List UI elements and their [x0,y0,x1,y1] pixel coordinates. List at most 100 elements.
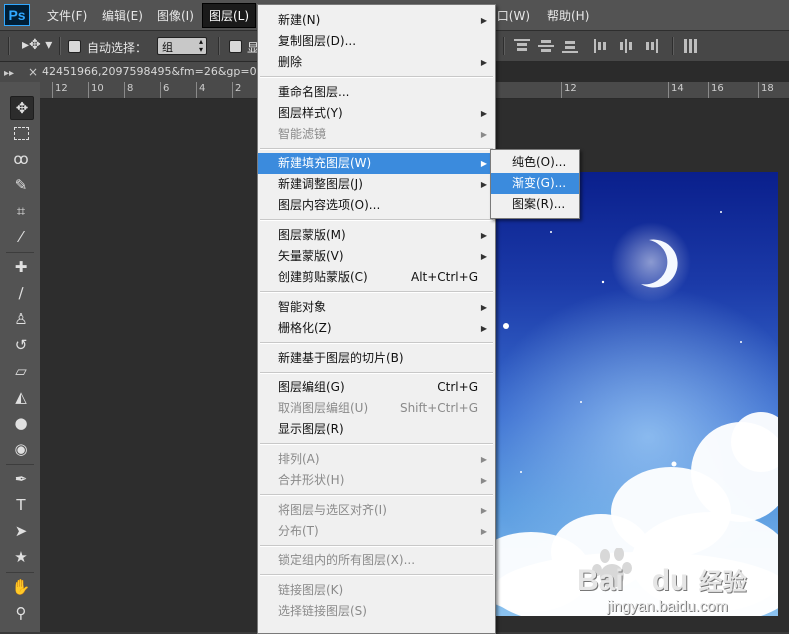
menu-item[interactable]: 新建填充图层(W) ▶ [258,153,495,175]
submenu-arrow-icon: ▶ [480,505,487,515]
menu-item[interactable]: 新建(N) ▶ [258,10,495,31]
menu-item[interactable]: 纯色(O)... [491,152,579,173]
toolbar-separator [6,252,34,253]
menu-item[interactable]: 显示图层(R) [258,419,495,440]
submenu-arrow-icon: ▶ [480,252,487,262]
menu-item-label: 取消图层编组(U) [278,401,369,416]
eraser-tool-icon[interactable]: ▱ [10,360,32,382]
layer-dropdown-menu: 新建(N) ▶ 复制图层(D)... 删除 ▶ 重命名图层... 图层样式(Y) ▶ 智能滤镜 ▶… [257,4,496,634]
ruler-label: 16 [711,83,724,94]
menu-item-label: 排列(A) [278,451,320,466]
ruler-label: 6 [163,83,170,94]
menu-item[interactable]: 渐变(G)... [491,173,579,194]
healing-brush-tool-icon[interactable]: ✚ [10,256,32,278]
ruler-tick [708,82,709,98]
close-tab-icon[interactable]: × [28,62,38,82]
menu-item-label: 合并形状(H) [278,472,345,487]
watermark-brand: Bai du 经验 [577,562,747,598]
blur-tool-icon[interactable]: ● [10,412,32,434]
options-grip [8,37,10,55]
menu-item-label: 渐变(G)... [512,176,567,190]
menu-item-label: 锁定组内的所有图层(X)... [278,553,416,568]
menu-item-label: 分布(T) [278,523,319,538]
menu-item[interactable]: 图层编组(G) Ctrl+G [258,377,495,398]
history-brush-tool-icon[interactable]: ↺ [10,334,32,356]
submenu-arrow-icon: ▶ [480,323,487,333]
menu-item: 锁定组内的所有图层(X)... [258,550,495,571]
submenu-arrow-icon: ▶ [480,231,487,241]
show-transform-checkbox[interactable] [229,40,242,53]
menu-help[interactable]: 帮助(H) [547,7,589,24]
menu-item[interactable]: 图层内容选项(O)... [258,195,495,216]
zoom-tool-icon[interactable]: ⚲ [10,602,32,624]
align-hcenter-icon[interactable] [618,39,634,53]
ruler-label: 14 [671,83,684,94]
menu-item[interactable]: 矢量蒙版(V) ▶ [258,246,495,267]
menu-item[interactable]: 新建基于图层的切片(B) [258,348,495,369]
menu-image[interactable]: 图像(I) [157,7,194,24]
align-bottom-icon[interactable] [562,39,578,53]
menu-edit[interactable]: 编辑(E) [102,7,143,24]
menu-item-label: 智能滤镜 [278,126,327,141]
align-vcenter-icon[interactable] [538,39,554,53]
menu-item[interactable]: 复制图层(D)... [258,31,495,52]
baidu-jingyan-watermark: Bai du 经验 jingyan.baidu.com [571,548,781,623]
menu-item-label: 纯色(O)... [512,155,567,169]
options-separator [672,37,674,55]
collapse-panels-icon[interactable]: ▸▸ [4,64,24,80]
clone-stamp-tool-icon[interactable]: ♙ [10,308,32,330]
menu-item: 链接图层(K) [258,580,495,601]
brush-tool-icon[interactable]: ∕ [10,282,32,304]
star [720,211,722,213]
menu-item[interactable]: 创建剪贴蒙版(C) Alt+Ctrl+G [258,267,495,288]
align-top-icon[interactable] [514,39,530,53]
menu-item[interactable]: 图案(R)... [491,194,579,215]
menu-item[interactable]: 栅格化(Z) ▶ [258,318,495,339]
menu-item-shortcut: Shift+Ctrl+G [399,401,478,416]
type-tool-icon[interactable]: T [10,494,32,516]
menu-item[interactable]: 智能对象 ▶ [258,297,495,318]
lasso-tool-icon[interactable]: ꝏ [10,148,32,170]
star [601,280,605,284]
quick-select-tool-icon[interactable]: ✎ [10,174,32,196]
dodge-tool-icon[interactable]: ◉ [10,438,32,460]
menu-file[interactable]: 文件(F) [47,7,87,24]
menu-item[interactable]: 重命名图层... [258,82,495,103]
toolbar-separator [6,464,34,465]
auto-select-checkbox[interactable] [68,40,81,53]
ruler-label: 12 [564,83,577,94]
auto-select-dropdown[interactable]: 组 ▴ ▾ [157,37,207,55]
marquee-tool-icon[interactable] [10,122,32,144]
menu-window[interactable]: 窗口(W) [490,7,530,24]
menu-item[interactable]: 新建调整图层(J) ▶ [258,174,495,195]
ruler-label: 8 [127,83,134,94]
move-tool-icon[interactable]: ✥ [10,96,34,120]
menu-item[interactable]: 图层样式(Y) ▶ [258,103,495,124]
menu-separator [260,341,493,344]
shape-tool-icon[interactable]: ★ [10,546,32,568]
menu-item[interactable]: 图层蒙版(M) ▶ [258,225,495,246]
menu-item-label: 删除 [278,55,303,69]
path-selection-tool-icon[interactable]: ➤ [10,520,32,542]
menu-separator [260,76,493,78]
hand-tool-icon[interactable]: ✋ [10,576,32,598]
crop-tool-icon[interactable]: ⌗ [10,200,32,222]
distribute-icon[interactable] [683,39,699,53]
document-tab[interactable]: ▸▸ × 42451966,2097598495&fm=26&gp=0. [0,62,258,82]
menu-layer[interactable]: 图层(L) [202,3,257,28]
pen-tool-icon[interactable]: ✒ [10,468,32,490]
menu-item: 排列(A) ▶ [258,449,495,470]
menu-item[interactable]: 删除 ▶ [258,52,495,73]
eyedropper-tool-icon[interactable]: ⁄ [10,226,32,248]
menu-item-label: 新建(N) [278,13,321,27]
star [503,323,509,329]
watermark-jingyan: 经验 [698,569,747,596]
ruler-label: 4 [199,83,206,94]
menu-separator [260,493,493,496]
move-tool-preset-icon[interactable]: ▸✥ ▾ [22,37,52,53]
paint-bucket-tool-icon[interactable]: ◭ [10,386,32,408]
ruler-tick [88,82,89,98]
align-left-icon[interactable] [594,39,610,53]
align-right-icon[interactable] [642,39,658,53]
auto-select-label: 自动选择： [87,41,148,55]
